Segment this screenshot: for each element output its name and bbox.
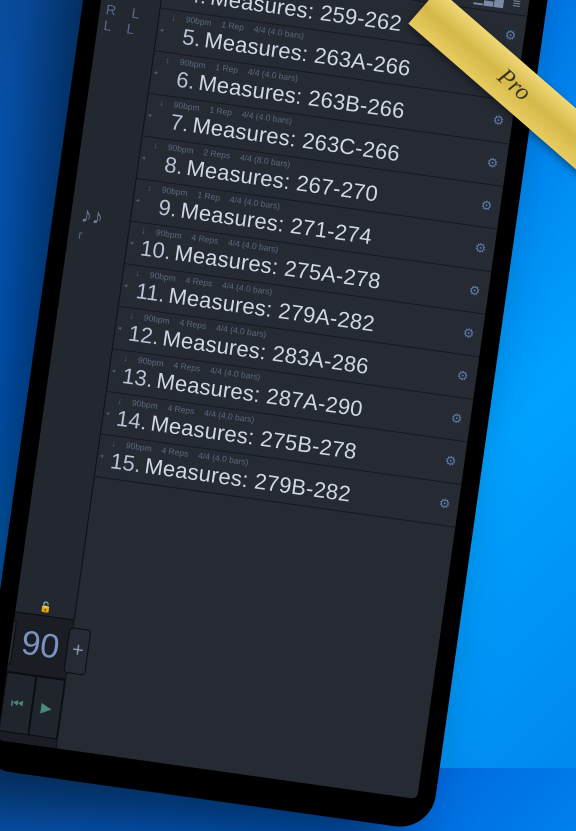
item-number: 11.	[129, 277, 166, 307]
gear-icon[interactable]: ⚙	[450, 410, 464, 427]
item-number: 9.	[141, 192, 178, 222]
transport-row: ⏮ ▶	[0, 672, 65, 740]
tablet-frame: + ♪♪♪♪ R L L L ♪♪ r 🔓 − 90 + ⏮ ▶	[0, 0, 556, 831]
tempo-value[interactable]: 90	[19, 624, 62, 668]
arrow-down-icon: ↓	[159, 97, 165, 108]
item-number: 12.	[123, 320, 160, 350]
gear-icon[interactable]: ⚙	[480, 197, 494, 214]
gear-icon[interactable]: ⚙	[468, 282, 482, 299]
arrow-down-icon: ↓	[135, 268, 141, 279]
drag-handle-icon[interactable]: ◂	[147, 111, 152, 119]
music-notes-icon: ♪♪	[79, 202, 104, 231]
item-number: 5.	[165, 22, 202, 52]
arrow-down-icon: ↓	[147, 183, 153, 194]
tempo-row: 🔓 − 90 +	[7, 612, 74, 680]
notation-preview-2: ♪♪ r	[77, 202, 104, 245]
item-number: 4.	[171, 0, 208, 10]
item-number: 8.	[147, 150, 184, 180]
drag-handle-icon[interactable]: ◂	[129, 239, 134, 247]
drag-handle-icon[interactable]: ◂	[105, 409, 110, 417]
drag-handle-icon[interactable]: ◂	[159, 26, 164, 34]
lock-icon[interactable]: 🔓	[39, 602, 53, 615]
item-number: 6.	[159, 64, 196, 94]
drag-handle-icon[interactable]: ◂	[117, 324, 122, 332]
arrow-down-icon: ↓	[171, 12, 177, 23]
tempo-minus-button[interactable]: −	[0, 616, 17, 665]
item-number: 7.	[153, 107, 190, 137]
item-number: 13.	[117, 363, 154, 393]
notation-preview-1: ♪♪♪♪ R L L L	[103, 0, 165, 40]
gear-icon[interactable]: ⚙	[438, 495, 452, 512]
drag-handle-icon[interactable]: ◂	[141, 153, 146, 161]
screen: + ♪♪♪♪ R L L L ♪♪ r 🔓 − 90 + ⏮ ▶	[0, 0, 534, 799]
item-number: 15.	[105, 448, 142, 478]
arrow-down-icon: ↓	[153, 140, 159, 151]
arrow-down-icon: ↓	[117, 396, 123, 407]
drag-handle-icon[interactable]: ◂	[123, 281, 128, 289]
item-number: 14.	[111, 405, 148, 435]
gear-icon[interactable]: ⚙	[492, 112, 506, 129]
drag-handle-icon[interactable]: ◂	[153, 68, 158, 76]
gear-icon[interactable]: ⚙	[456, 368, 470, 385]
gear-icon[interactable]: ⚙	[444, 453, 458, 470]
gear-icon[interactable]: ⚙	[462, 325, 476, 342]
drag-handle-icon[interactable]: ◂	[99, 452, 104, 460]
arrow-down-icon: ↓	[165, 55, 171, 66]
item-number: 10.	[135, 235, 172, 265]
gear-icon[interactable]: ⚙	[474, 240, 488, 257]
arrow-down-icon: ↓	[129, 310, 135, 321]
stats-icon[interactable]: ▁▃▅	[473, 0, 505, 8]
arrow-down-icon: ↓	[111, 438, 117, 449]
drag-handle-icon[interactable]: ◂	[135, 196, 140, 204]
gear-icon[interactable]: ⚙	[486, 155, 500, 172]
arrow-down-icon: ↓	[141, 225, 147, 236]
sticking-letters: R L L L	[103, 1, 160, 40]
pro-label: Pro	[492, 63, 536, 106]
drag-handle-icon[interactable]: ◂	[111, 366, 116, 374]
flag-icon: 📚	[453, 0, 467, 1]
gear-icon[interactable]: ⚙	[504, 27, 518, 44]
arrow-down-icon: ↓	[123, 353, 129, 364]
menu-icon[interactable]: ≡	[512, 0, 522, 11]
